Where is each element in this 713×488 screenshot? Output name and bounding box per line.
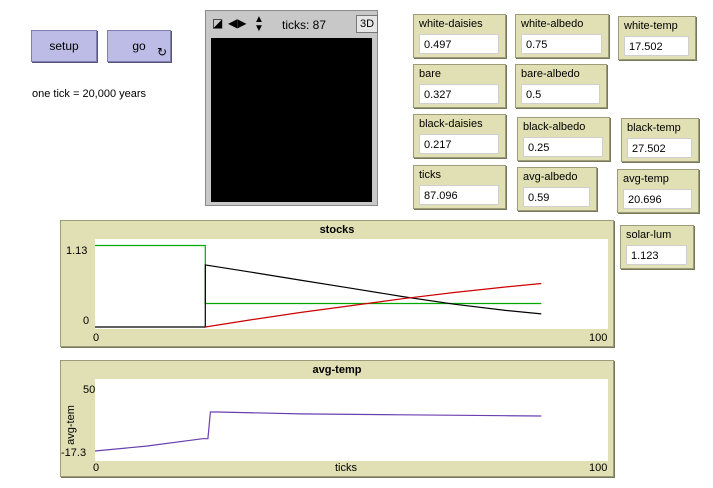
monitor-avg-albedo: avg-albedo 0.59 [517,167,597,211]
monitor-value: 0.5 [521,84,600,104]
monitor-value: 0.327 [419,84,499,104]
stocks-plot: stocks 1.13 0 0 100 [60,220,614,347]
monitor-avg-temp: avg-temp 20.696 [617,169,699,213]
x-tick-min: 0 [93,462,100,474]
monitor-value: 20.696 [623,189,692,209]
monitor-white-temp: white-temp 17.502 [618,16,696,60]
monitor-label: black-temp [627,122,681,134]
y-tick-min: -17.3 [61,447,87,459]
monitor-label: bare [419,68,442,80]
forever-loop-icon: ↻ [156,45,167,59]
y-axis-label: avg-tem [64,405,77,445]
view-edit-icon[interactable]: ◪ [212,16,223,30]
monitor-label: avg-albedo [523,171,578,183]
monitor-label: white-albedo [521,18,584,30]
up-down-arrow-icon[interactable]: ▲ ▼ [254,15,264,34]
monitor-value: 0.75 [521,34,602,54]
monitor-value: 0.25 [523,137,603,157]
y-tick-max: 50 [83,384,96,396]
stocks-plot-canvas [95,239,608,329]
view-toolbar: ◪ ◀▶ ▲ ▼ ticks: 87 3D [210,15,378,35]
setup-button-label: setup [49,39,79,53]
monitor-black-albedo: black-albedo 0.25 [517,117,610,161]
x-tick-min: 0 [93,332,100,344]
monitor-label: ticks [419,169,441,181]
setup-button[interactable]: setup [31,30,97,62]
y-tick-min: 0 [83,315,90,327]
plot-title: avg-temp [312,364,362,376]
monitor-label: black-daisies [419,118,483,130]
monitor-white-daisies: white-daisies 0.497 [413,14,506,58]
monitor-value: 17.502 [624,36,689,56]
world-canvas[interactable] [211,38,372,202]
monitor-value: 27.502 [627,138,692,158]
monitor-solar-lum: solar-lum 1.123 [620,225,694,269]
x-axis-label: ticks [335,462,357,474]
monitor-value: 1.123 [626,245,687,265]
x-tick-max: 100 [589,462,608,474]
avg-temp-plot-canvas [94,379,608,461]
monitor-label: avg-temp [623,173,669,185]
go-button[interactable]: go ↻ [107,30,171,62]
plot-series-line-0 [95,244,542,305]
avg-temp-plot-svg [94,411,542,452]
monitor-ticks: ticks 87.096 [413,165,506,209]
time-note: one tick = 20,000 years [32,88,147,100]
monitor-white-albedo: white-albedo 0.75 [515,14,609,58]
view-ticks-label: ticks: 87 [282,18,327,32]
x-tick-max: 100 [589,332,608,344]
monitor-label: bare-albedo [521,68,580,80]
monitor-bare: bare 0.327 [413,64,506,108]
monitor-value: 0.59 [523,187,590,207]
monitor-label: black-albedo [523,121,586,133]
monitor-label: white-daisies [419,18,483,30]
monitor-value: 0.497 [419,34,499,54]
monitor-value: 0.217 [419,134,499,154]
plot-series-line-2 [205,282,542,328]
monitor-black-daisies: black-daisies 0.217 [413,114,506,158]
monitor-black-temp: black-temp 27.502 [621,118,699,162]
plot-series-line-0 [94,411,542,452]
3d-button[interactable]: 3D [356,15,378,33]
monitor-label: solar-lum [626,229,672,241]
go-button-label: go [132,39,146,53]
stocks-plot-svg [95,244,542,328]
plot-series-line-1 [95,264,542,328]
y-tick-max: 1.13 [66,245,88,257]
left-right-arrow-icon[interactable]: ◀▶ [228,16,246,30]
avg-temp-plot: avg-temp 50 -17.3 avg-tem 0 ticks 100 [60,360,614,477]
world-view: ◪ ◀▶ ▲ ▼ ticks: 87 3D [205,10,378,206]
monitor-value: 87.096 [419,185,499,205]
monitor-bare-albedo: bare-albedo 0.5 [515,64,607,108]
plot-title: stocks [319,224,355,236]
monitor-label: white-temp [624,20,678,32]
